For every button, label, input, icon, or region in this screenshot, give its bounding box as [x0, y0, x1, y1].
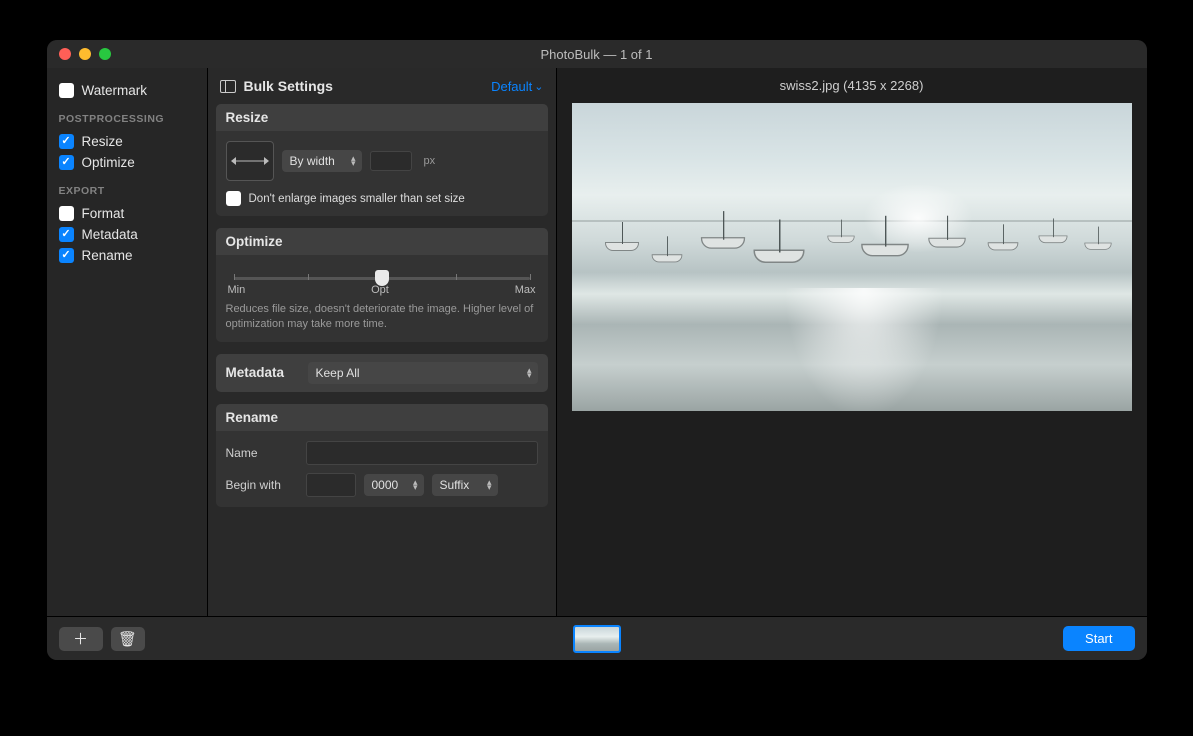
- sidebar-heading-export: EXPORT: [59, 185, 195, 197]
- resize-width-icon: [226, 141, 274, 181]
- sidebar-item-optimize[interactable]: Optimize: [55, 152, 199, 173]
- sidebar-item-metadata[interactable]: Metadata: [55, 224, 199, 245]
- rename-digits-value: 0000: [372, 478, 399, 492]
- metadata-checkbox[interactable]: [59, 227, 74, 242]
- resize-mode-value: By width: [290, 154, 335, 168]
- preview-filename: swiss2.jpg: [780, 78, 840, 93]
- format-label: Format: [82, 206, 125, 221]
- sidebar-item-watermark[interactable]: Watermark: [55, 80, 199, 101]
- titlebar: PhotoBulk — 1 of 1: [47, 40, 1147, 68]
- format-checkbox[interactable]: [59, 206, 74, 221]
- panel-optimize: Optimize Min Opt: [216, 228, 548, 342]
- watermark-label: Watermark: [82, 83, 148, 98]
- plus-icon: ＋: [73, 628, 88, 649]
- rename-position-select[interactable]: Suffix ▴▾: [432, 474, 498, 496]
- panel-resize-title: Resize: [216, 104, 548, 131]
- sidebar-heading-postprocessing: POSTPROCESSING: [59, 113, 195, 125]
- preview-caption: swiss2.jpg (4135 x 2268): [557, 68, 1147, 103]
- resize-mode-select[interactable]: By width ▴▾: [282, 150, 362, 172]
- panel-toggle-icon[interactable]: [220, 80, 236, 93]
- panel-optimize-title: Optimize: [216, 228, 548, 255]
- sidebar: Watermark POSTPROCESSING Resize Optimize…: [47, 68, 207, 616]
- watermark-checkbox[interactable]: [59, 83, 74, 98]
- optimize-max-label: Max: [515, 284, 536, 296]
- panel-metadata: Metadata Keep All ▴▾: [216, 354, 548, 392]
- resize-label: Resize: [82, 134, 123, 149]
- rename-name-input[interactable]: [306, 441, 538, 465]
- preset-label: Default: [491, 79, 532, 94]
- panel-rename: Rename Name Begin with 0000 ▴▾: [216, 404, 548, 507]
- optimize-slider[interactable]: Min Opt Max: [226, 265, 538, 296]
- rename-name-label: Name: [226, 446, 296, 460]
- rename-begin-input[interactable]: [306, 473, 356, 497]
- dont-enlarge-checkbox[interactable]: [226, 191, 241, 206]
- rename-label: Rename: [82, 248, 133, 263]
- trash-icon: 🗑: [118, 630, 137, 648]
- rename-digits-select[interactable]: 0000 ▴▾: [364, 474, 424, 496]
- preview-dimensions: (4135 x 2268): [843, 78, 923, 93]
- metadata-mode-select[interactable]: Keep All ▴▾: [308, 362, 538, 384]
- preset-dropdown[interactable]: Default: [491, 79, 543, 94]
- resize-checkbox[interactable]: [59, 134, 74, 149]
- resize-value-input[interactable]: [370, 151, 412, 171]
- optimize-label: Optimize: [82, 155, 135, 170]
- thumbnail-selected[interactable]: [573, 625, 621, 653]
- optimize-description: Reduces file size, doesn't deteriorate t…: [226, 302, 538, 332]
- optimize-min-label: Min: [228, 284, 246, 296]
- dont-enlarge-label: Don't enlarge images smaller than set si…: [249, 193, 465, 205]
- metadata-label: Metadata: [82, 227, 138, 242]
- add-images-button[interactable]: ＋: [59, 627, 103, 651]
- bottombar: ＋ 🗑 Start: [47, 616, 1147, 660]
- rename-begin-label: Begin with: [226, 478, 296, 492]
- metadata-mode-value: Keep All: [316, 366, 360, 380]
- preview-pane: swiss2.jpg (4135 x 2268): [557, 68, 1147, 616]
- rename-position-value: Suffix: [440, 478, 470, 492]
- panel-metadata-title: Metadata: [226, 365, 296, 380]
- settings-title: Bulk Settings: [244, 78, 333, 94]
- preview-image: [572, 103, 1132, 411]
- settings-column: Bulk Settings Default Resize: [207, 68, 557, 616]
- sidebar-item-rename[interactable]: Rename: [55, 245, 199, 266]
- rename-checkbox[interactable]: [59, 248, 74, 263]
- panel-rename-title: Rename: [216, 404, 548, 431]
- settings-header: Bulk Settings Default: [208, 68, 556, 104]
- delete-image-button[interactable]: 🗑: [111, 627, 145, 651]
- resize-unit: px: [424, 155, 436, 167]
- sidebar-item-resize[interactable]: Resize: [55, 131, 199, 152]
- optimize-checkbox[interactable]: [59, 155, 74, 170]
- app-window: PhotoBulk — 1 of 1 Watermark POSTPROCESS…: [47, 40, 1147, 660]
- sidebar-item-format[interactable]: Format: [55, 203, 199, 224]
- optimize-slider-thumb[interactable]: [375, 270, 389, 286]
- panel-resize: Resize By width ▴▾ px: [216, 104, 548, 216]
- window-title: PhotoBulk — 1 of 1: [47, 47, 1147, 62]
- start-button[interactable]: Start: [1063, 626, 1134, 651]
